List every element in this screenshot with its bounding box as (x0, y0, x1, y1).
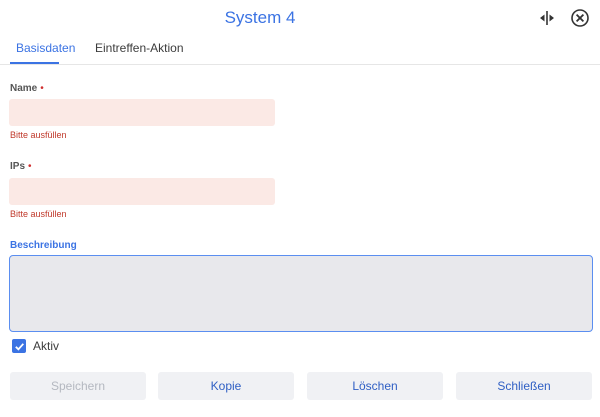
copy-button[interactable]: Kopie (158, 372, 294, 400)
split-view-icon[interactable] (537, 8, 557, 28)
name-label: Name • (10, 83, 44, 94)
aktiv-checkbox[interactable] (12, 339, 26, 353)
name-required-mark: • (40, 83, 44, 94)
name-input[interactable] (9, 99, 275, 126)
ips-input[interactable] (9, 178, 275, 205)
close-circle-icon[interactable] (570, 8, 590, 28)
ips-label-text: IPs (10, 161, 26, 172)
save-button[interactable]: Speichern (10, 372, 146, 400)
tab-bar: Basisdaten Eintreffen-Aktion (0, 38, 600, 65)
delete-button[interactable]: Löschen (307, 372, 443, 400)
dialog-title: System 4 (224, 8, 296, 27)
tab-eintreffen-aktion[interactable]: Eintreffen-Aktion (95, 41, 184, 55)
ips-error: Bitte ausfüllen (10, 209, 67, 219)
aktiv-label: Aktiv (33, 339, 60, 353)
dialog-header: System 4 (0, 0, 600, 36)
checkmark-icon (14, 342, 24, 351)
ips-required-mark: • (28, 161, 32, 172)
name-error: Bitte ausfüllen (10, 130, 67, 140)
description-textarea[interactable] (9, 255, 593, 332)
aktiv-checkbox-row[interactable]: Aktiv (12, 339, 59, 353)
close-button[interactable]: Schließen (456, 372, 592, 400)
tab-basisdaten[interactable]: Basisdaten (16, 41, 75, 55)
active-tab-indicator (10, 62, 59, 64)
description-label: Beschreibung (10, 240, 77, 251)
ips-label: IPs • (10, 161, 32, 172)
name-label-text: Name (10, 83, 38, 94)
